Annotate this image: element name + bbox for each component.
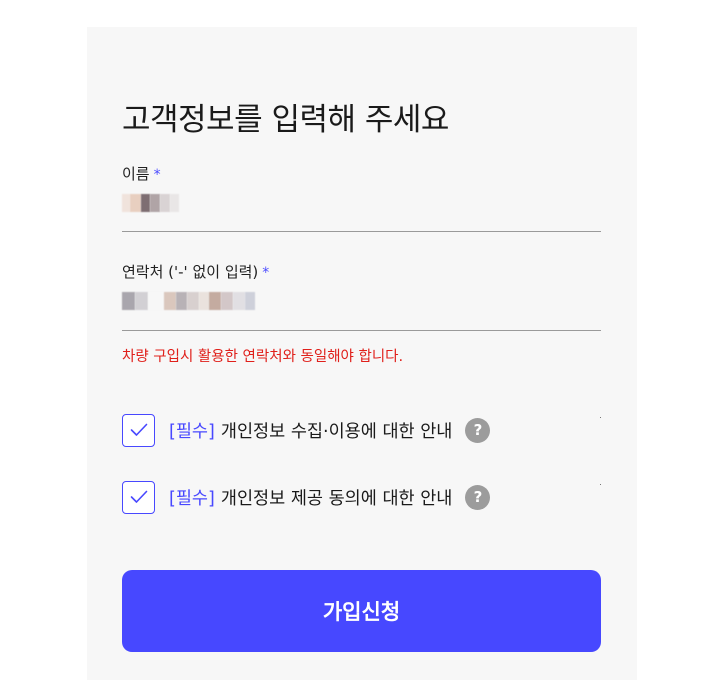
agreement-privacy-collection: [필수] 개인정보 수집·이용에 대한 안내 ?	[122, 412, 491, 448]
masked-phone-value	[176, 292, 187, 310]
help-icon[interactable]: ?	[465, 417, 491, 443]
required-tag: [필수]	[169, 421, 215, 442]
name-input[interactable]	[122, 193, 179, 213]
divider-dot	[600, 484, 601, 485]
help-icon[interactable]: ?	[465, 484, 491, 510]
check-icon	[130, 490, 147, 503]
agreement-checkbox[interactable]	[122, 413, 155, 447]
masked-name-value	[141, 194, 150, 212]
required-mark: *	[153, 167, 161, 183]
submit-button[interactable]: 가입신청	[122, 570, 601, 652]
masked-phone-value	[122, 292, 135, 310]
masked-phone-value	[245, 292, 255, 310]
masked-phone-value	[233, 292, 245, 310]
phone-field-label: 연락처 ('-' 없이 입력) *	[122, 261, 269, 282]
masked-name-value	[170, 194, 179, 212]
name-field-label: 이름 *	[122, 163, 161, 184]
agreement-text[interactable]: [필수] 개인정보 제공 동의에 대한 안내	[169, 485, 452, 510]
masked-phone-value	[187, 292, 199, 310]
required-tag: [필수]	[169, 488, 215, 509]
agreement-label: 개인정보 제공 동의에 대한 안내	[220, 488, 453, 509]
name-field-underline	[122, 231, 601, 232]
masked-phone-value	[135, 292, 148, 310]
phone-field-underline	[122, 330, 601, 331]
divider-dot	[600, 417, 601, 418]
check-icon	[130, 423, 147, 436]
masked-phone-value	[209, 292, 221, 310]
phone-label-text: 연락처 ('-' 없이 입력)	[122, 263, 259, 281]
masked-phone-value	[221, 292, 233, 310]
masked-name-value	[130, 194, 141, 212]
phone-error-message: 차량 구입시 활용한 연락처와 동일해야 합니다.	[122, 349, 404, 365]
agreement-checkbox[interactable]	[122, 480, 155, 514]
masked-name-value	[122, 194, 130, 212]
masked-phone-value	[164, 292, 176, 310]
masked-phone-value	[199, 292, 209, 310]
agreement-label: 개인정보 수집·이용에 대한 안내	[220, 421, 453, 442]
required-mark: *	[262, 265, 270, 281]
phone-input[interactable]	[122, 291, 255, 311]
agreement-privacy-provision: [필수] 개인정보 제공 동의에 대한 안내 ?	[122, 479, 491, 515]
name-label-text: 이름	[122, 165, 150, 183]
page-title: 고객정보를 입력해 주세요	[122, 102, 449, 138]
masked-name-value	[160, 194, 170, 212]
masked-phone-value	[148, 292, 164, 310]
masked-name-value	[150, 194, 160, 212]
agreement-text[interactable]: [필수] 개인정보 수집·이용에 대한 안내	[169, 418, 452, 443]
